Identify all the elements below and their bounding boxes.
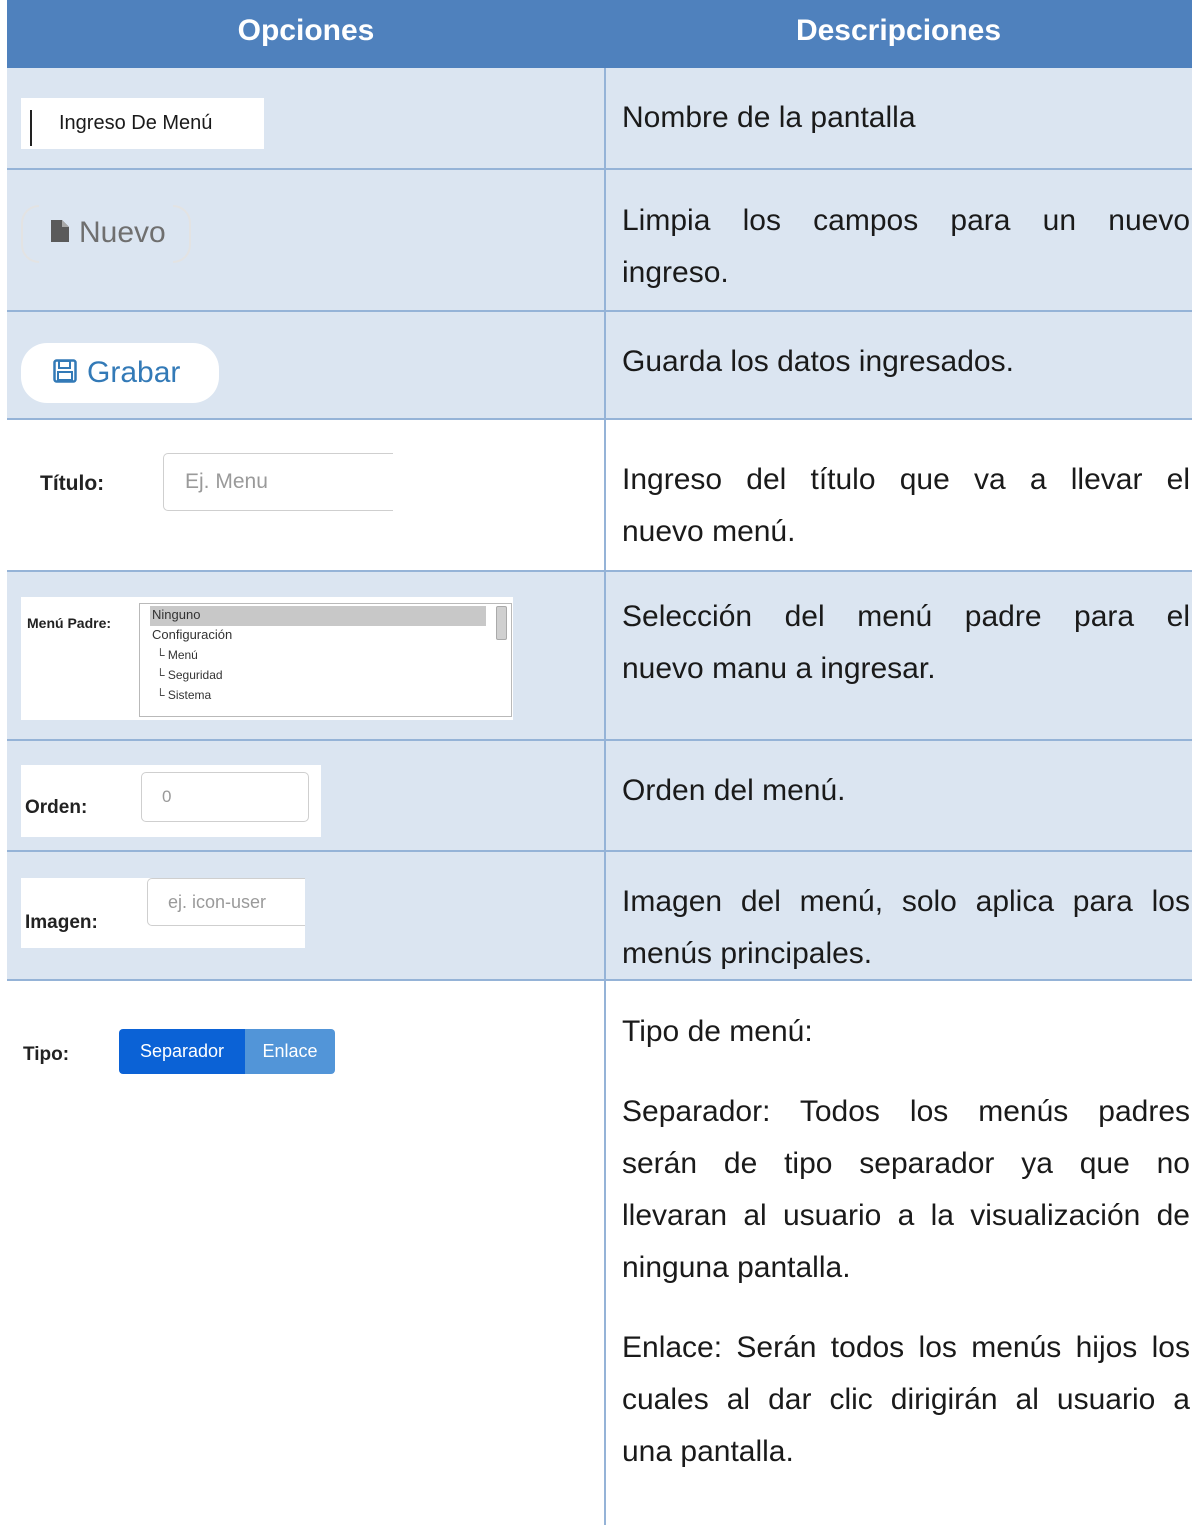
column-divider <box>604 170 606 310</box>
table-row: Grabar Guarda los datos ingresados. <box>7 312 1192 420</box>
row-description: Selección del menú padre para el nuevo m… <box>622 600 1190 685</box>
table-row: Nuevo Limpia los campos para un nuevo in… <box>7 170 1192 312</box>
titulo-label: Título: <box>40 472 105 495</box>
grabar-button[interactable]: Grabar <box>21 343 219 403</box>
table-row: Orden: 0 Orden del menú. <box>7 741 1192 852</box>
listbox-option[interactable]: └ Menú <box>156 645 198 666</box>
table-row: Ingreso De Menú Nombre de la pantalla <box>7 68 1192 170</box>
screen-title: Ingreso De Menú <box>59 112 213 134</box>
orden-input[interactable]: 0 <box>141 772 309 822</box>
column-divider <box>604 741 606 850</box>
row-description-enlace: Enlace: Serán todos los menús hijos los … <box>622 1331 1190 1468</box>
row-description: Limpia los campos para un nuevo ingreso. <box>622 204 1190 289</box>
title-accent-bar <box>30 110 32 146</box>
listbox-option[interactable]: Ninguno <box>152 605 200 626</box>
header-options: Opciones <box>237 14 375 47</box>
screen-title-box: Ingreso De Menú <box>21 98 264 149</box>
listbox-option[interactable]: Configuración <box>152 625 232 646</box>
row-description: Orden del menú. <box>622 774 846 807</box>
enlace-option[interactable]: Enlace <box>245 1029 335 1074</box>
row-description: Imagen del menú, solo aplica para los me… <box>622 885 1190 970</box>
orden-label: Orden: <box>25 797 88 818</box>
column-divider <box>604 852 606 979</box>
table-row: Menú Padre: Ninguno Configuración └ Menú… <box>7 572 1192 741</box>
menu-padre-listbox[interactable]: Ninguno Configuración └ Menú └ Seguridad… <box>139 603 512 717</box>
grabar-label: Grabar <box>87 356 181 389</box>
row-description: Nombre de la pantalla <box>622 101 916 134</box>
titulo-input[interactable]: Ej. Menu <box>163 453 393 511</box>
listbox-option[interactable]: └ Sistema <box>156 685 211 706</box>
column-divider <box>604 572 606 739</box>
nuevo-label: Nuevo <box>79 216 166 249</box>
imagen-label: Imagen: <box>25 912 98 933</box>
file-icon <box>51 220 69 242</box>
row-description-title: Tipo de menú: <box>622 1015 813 1048</box>
header-descriptions: Descripciones <box>795 14 1002 47</box>
column-divider <box>604 981 606 1525</box>
table-row: Imagen: ej. icon-user Imagen del menú, s… <box>7 852 1192 981</box>
row-description: Ingreso del título que va a llevar el nu… <box>622 463 1190 548</box>
listbox-scrollbar[interactable] <box>496 606 507 640</box>
row-description: Guarda los datos ingresados. <box>622 345 1014 378</box>
table-row: Título: Ej. Menu Ingreso del título que … <box>7 420 1192 572</box>
column-divider <box>604 312 606 418</box>
column-divider <box>604 68 606 168</box>
column-divider <box>604 420 606 570</box>
tipo-label: Tipo: <box>23 1044 70 1065</box>
listbox-option[interactable]: └ Seguridad <box>156 665 223 686</box>
table-header: Opciones Descripciones <box>7 0 1192 68</box>
imagen-input[interactable]: ej. icon-user <box>147 878 305 926</box>
menu-padre-field: Menú Padre: Ninguno Configuración └ Menú… <box>21 597 513 720</box>
save-icon <box>53 359 77 383</box>
separador-option[interactable]: Separador <box>119 1029 245 1074</box>
table-row: Tipo: Separador Enlace Tipo de menú: Sep… <box>7 981 1192 1525</box>
nuevo-button[interactable]: Nuevo <box>21 203 191 263</box>
menu-padre-label: Menú Padre: <box>27 615 112 631</box>
row-description-separador: Separador: Todos los menús padres serán … <box>622 1095 1190 1284</box>
